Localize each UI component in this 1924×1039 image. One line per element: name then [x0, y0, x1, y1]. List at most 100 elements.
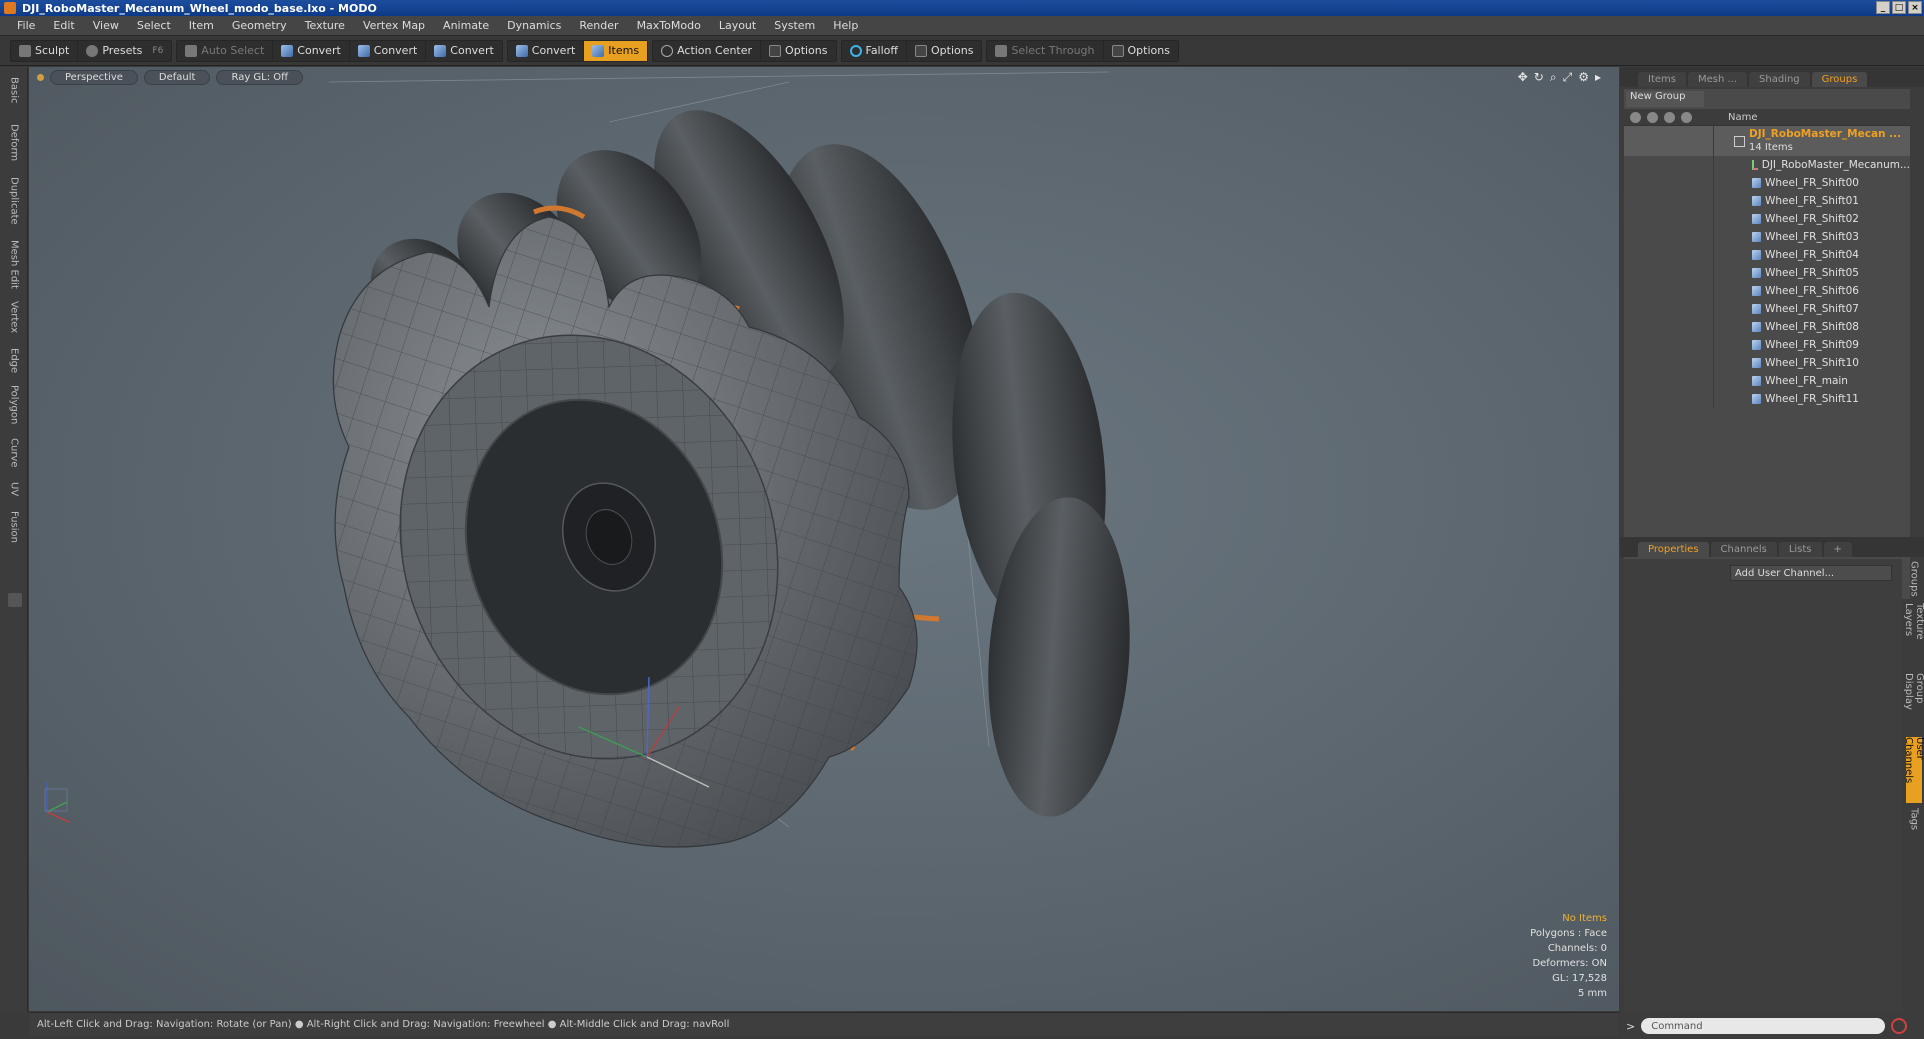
raygl-toggle[interactable]: Ray GL: Off [216, 69, 304, 85]
new-group-button[interactable]: New Group [1626, 91, 1704, 107]
list-item[interactable]: Wheel_FR_Shift05 [1624, 264, 1910, 282]
tab-groups[interactable]: Groups [1811, 72, 1868, 87]
main-toolbar: Sculpt Presets F6 Auto Select Convert Con… [0, 36, 1924, 66]
menu-dynamics[interactable]: Dynamics [498, 19, 570, 32]
list-item[interactable]: Wheel_FR_Shift07 [1624, 300, 1910, 318]
menu-geometry[interactable]: Geometry [223, 19, 296, 32]
chevron-right-icon[interactable]: ▸ [1595, 70, 1601, 85]
panel-toggle-icon[interactable] [8, 593, 22, 607]
tab-deform[interactable]: Deform [6, 121, 22, 165]
tab-polygon[interactable]: Polygon [6, 381, 22, 429]
side-tab-user-channels[interactable]: User Channels [1903, 737, 1924, 803]
presets-icon [86, 44, 99, 57]
menu-maxtomodo[interactable]: MaxToModo [628, 19, 710, 32]
sculpt-button[interactable]: Sculpt [11, 40, 79, 61]
command-prompt: > [1626, 1019, 1636, 1033]
fit-icon[interactable]: ⤢ [1563, 70, 1573, 85]
menu-edit[interactable]: Edit [44, 19, 83, 32]
convert-vertices-button[interactable]: Convert [273, 40, 350, 61]
list-item[interactable]: Wheel_FR_Shift02 [1624, 210, 1910, 228]
menu-vertex-map[interactable]: Vertex Map [354, 19, 434, 32]
tab-fusion[interactable]: Fusion [6, 507, 22, 547]
status-bar: Alt-Left Click and Drag: Navigation: Rot… [29, 1012, 1619, 1036]
vertex-cube-icon [281, 44, 294, 57]
list-item[interactable]: Wheel_FR_Shift09 [1624, 336, 1910, 354]
list-item[interactable]: Wheel_FR_Shift11 [1624, 390, 1910, 408]
side-tab-texture-layers[interactable]: Texture Layers [1903, 603, 1924, 669]
scale-info: 5 mm [1577, 988, 1607, 999]
tab-channels[interactable]: Channels [1710, 542, 1777, 557]
menu-render[interactable]: Render [570, 19, 627, 32]
tab-curve[interactable]: Curve [6, 433, 22, 473]
menu-system[interactable]: System [765, 19, 824, 32]
menu-help[interactable]: Help [824, 19, 867, 32]
tab-basic[interactable]: Basic [6, 73, 22, 107]
action-center-button[interactable]: Action Center [653, 40, 762, 61]
side-tab-tags[interactable]: Tags [1906, 807, 1922, 831]
pan-icon[interactable]: ✥ [1518, 70, 1528, 85]
menu-select[interactable]: Select [128, 19, 180, 32]
select-through-button[interactable]: Select Through [987, 40, 1104, 61]
visibility-icon[interactable] [1630, 111, 1641, 123]
presets-button[interactable]: Presets F6 [78, 41, 171, 61]
falloff-options-button[interactable]: Options [907, 41, 981, 61]
list-item[interactable]: Wheel_FR_Shift08 [1624, 318, 1910, 336]
command-input[interactable]: Command [1641, 1018, 1886, 1034]
lock-icon[interactable] [1664, 111, 1675, 123]
tab-mesh[interactable]: Mesh ... [1687, 72, 1748, 87]
title-bar: DJI_RoboMaster_Mecanum_Wheel_modo_base.l… [0, 0, 1924, 16]
items-mode-button[interactable]: Items [584, 40, 648, 61]
add-user-channel-button[interactable]: Add User Channel... [1730, 565, 1892, 581]
tab-edge[interactable]: Edge [6, 343, 22, 379]
list-item[interactable]: Wheel_FR_Shift04 [1624, 246, 1910, 264]
3d-viewport[interactable]: Perspective Default Ray GL: Off ✥ ↻ ⌕ ⤢ … [29, 67, 1619, 1011]
select-icon[interactable] [1681, 111, 1692, 123]
list-item[interactable]: DJI_RoboMaster_Mecanum... [1624, 156, 1910, 174]
list-item[interactable]: Wheel_FR_Shift01 [1624, 192, 1910, 210]
rotate-icon[interactable]: ↻ [1534, 70, 1544, 85]
group-root-row[interactable]: DJI_RoboMaster_Mecan ... 14 Items [1624, 126, 1910, 156]
tab-items[interactable]: Items [1638, 72, 1686, 87]
select-through-options-button[interactable]: Options [1104, 41, 1178, 61]
side-tab-groups[interactable]: Groups [1906, 559, 1922, 599]
tab-lists[interactable]: Lists [1778, 542, 1822, 557]
tab-shading[interactable]: Shading [1749, 72, 1810, 87]
convert-edges-button[interactable]: Convert [350, 40, 427, 61]
tab-vertex[interactable]: Vertex [6, 295, 22, 339]
maximize-button[interactable]: □ [1892, 1, 1906, 14]
command-bar: > Command [1620, 1015, 1924, 1037]
list-item[interactable]: Wheel_FR_Shift06 [1624, 282, 1910, 300]
menu-item[interactable]: Item [180, 19, 223, 32]
tab-mesh-edit[interactable]: Mesh Edit [6, 235, 22, 293]
viewport-options-icon[interactable] [37, 73, 44, 81]
tab-properties[interactable]: Properties [1638, 542, 1709, 557]
auto-select-button[interactable]: Auto Select [177, 40, 274, 61]
render-icon[interactable] [1647, 111, 1658, 123]
gear-icon[interactable]: ⚙ [1578, 70, 1589, 85]
list-item[interactable]: Wheel_FR_Shift03 [1624, 228, 1910, 246]
close-button[interactable]: × [1908, 1, 1922, 14]
record-icon[interactable] [1891, 1018, 1908, 1034]
select-through-group: Select Through Options [986, 39, 1179, 62]
menu-file[interactable]: File [8, 19, 44, 32]
list-item[interactable]: Wheel_FR_Shift10 [1624, 354, 1910, 372]
side-tab-group-display[interactable]: Group Display [1903, 673, 1924, 733]
add-tab-button[interactable]: + [1823, 542, 1852, 557]
list-item[interactable]: Wheel_FR_main [1624, 372, 1910, 390]
list-item[interactable]: Wheel_FR_Shift00 [1624, 174, 1910, 192]
falloff-button[interactable]: Falloff [842, 40, 907, 61]
menu-animate[interactable]: Animate [434, 19, 498, 32]
view-type-dropdown[interactable]: Perspective [50, 69, 138, 85]
shading-dropdown[interactable]: Default [143, 69, 211, 85]
zoom-icon[interactable]: ⌕ [1550, 70, 1557, 85]
cube-icon [185, 44, 198, 57]
menu-texture[interactable]: Texture [296, 19, 354, 32]
tab-duplicate[interactable]: Duplicate [6, 173, 22, 229]
convert-polygons-button[interactable]: Convert [426, 41, 502, 61]
action-center-options-button[interactable]: Options [761, 41, 835, 61]
menu-layout[interactable]: Layout [710, 19, 765, 32]
minimize-button[interactable]: _ [1876, 1, 1890, 14]
convert-items-button[interactable]: Convert [508, 40, 585, 61]
tab-uv[interactable]: UV [6, 477, 22, 501]
menu-view[interactable]: View [84, 19, 128, 32]
